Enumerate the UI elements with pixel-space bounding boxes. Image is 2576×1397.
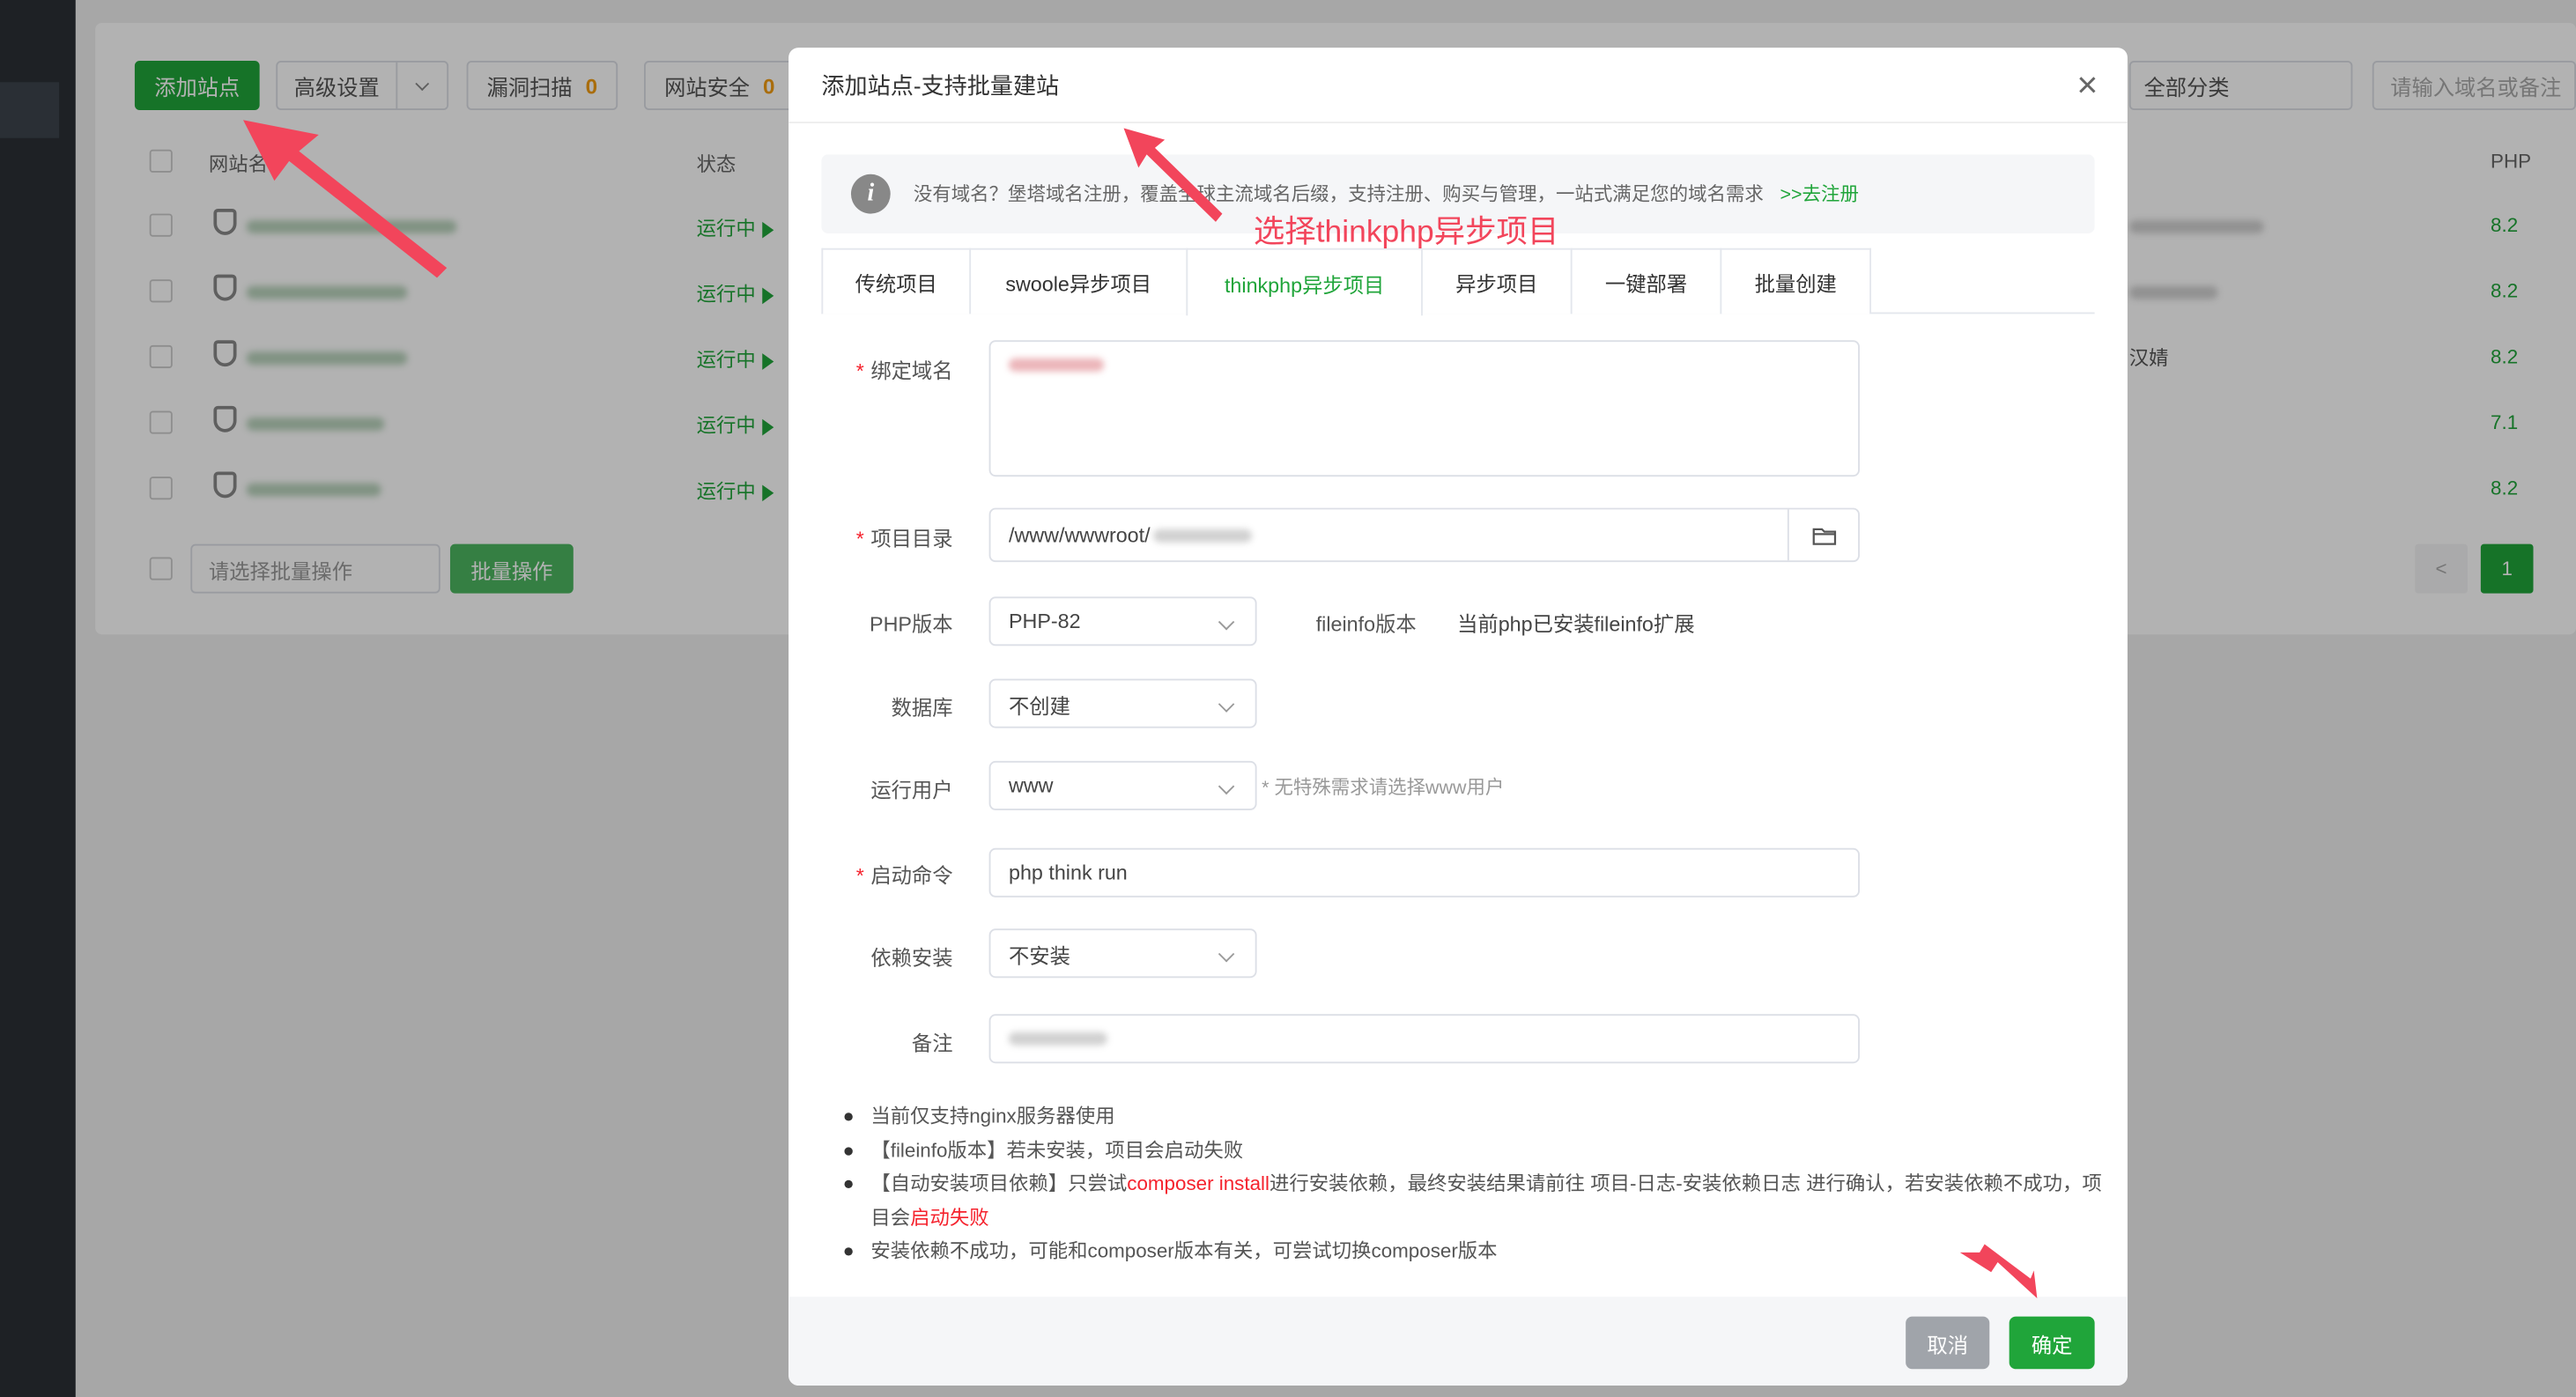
arrow-to-thinkphp-tab-icon — [1123, 128, 1223, 222]
arrow-to-add-site-icon — [242, 120, 448, 278]
annotation-label: 选择thinkphp异步项目 — [1253, 215, 1559, 250]
arrow-to-confirm-icon — [1959, 1244, 2038, 1299]
